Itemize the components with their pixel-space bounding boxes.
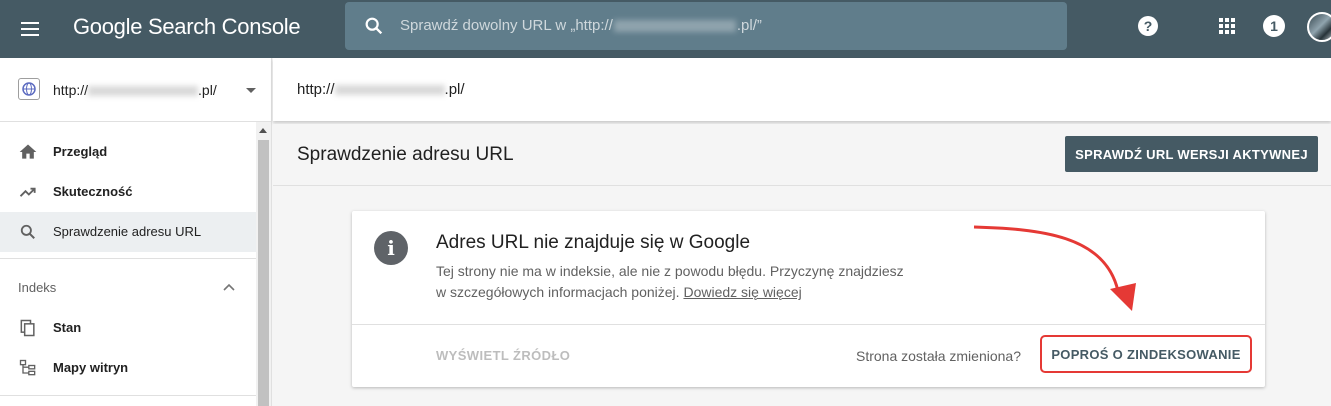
- account-avatar[interactable]: [1307, 12, 1331, 42]
- hamburger-menu-icon[interactable]: [14, 13, 46, 45]
- app-title[interactable]: Google Search Console: [73, 14, 301, 40]
- search-placeholder-prefix: Sprawdź dowolny URL w „http://: [400, 17, 613, 34]
- inspected-url-prefix: http://: [297, 81, 335, 98]
- sidebar-item-sitemaps[interactable]: Mapy witryn: [0, 348, 256, 388]
- page-changed-question: Strona została zmieniona?: [856, 348, 1021, 364]
- scrollbar-thumb[interactable]: [258, 140, 269, 406]
- home-icon: [19, 144, 37, 159]
- sidebar-scrollbar[interactable]: [256, 122, 271, 406]
- sitemap-icon: [19, 359, 36, 376]
- trending-up-icon: [19, 187, 36, 197]
- chevron-up-icon: [223, 283, 235, 291]
- learn-more-link[interactable]: Dowiedz się więcej: [683, 284, 801, 300]
- info-icon: i: [374, 231, 408, 265]
- top-app-bar: Google Search Console Sprawdź dowolny UR…: [0, 0, 1331, 58]
- sidebar-item-overview[interactable]: Przegląd: [0, 132, 256, 172]
- page-header: Sprawdzenie adresu URL SPRAWDŹ URL WERSJ…: [273, 124, 1331, 186]
- status-description-line2: w szczegółowych informacjach poniżej.: [436, 284, 680, 300]
- copy-icon: [20, 319, 35, 337]
- sidebar-divider: [0, 258, 256, 259]
- property-selector[interactable]: http:// .pl/: [0, 58, 272, 122]
- property-url: http:// .pl/: [53, 82, 217, 98]
- search-placeholder: Sprawdź dowolny URL w „http:// .pl/”: [400, 17, 762, 34]
- status-description: Tej strony nie ma w indeksie, ale nie z …: [436, 261, 956, 303]
- sidebar-section-index[interactable]: Indeks: [0, 268, 256, 308]
- sidebar: http:// .pl/ Przegląd Skuteczność Sprawdz…: [0, 58, 272, 406]
- sidebar-item-url-inspection[interactable]: Sprawdzenie adresu URL: [0, 212, 256, 252]
- inspected-url: http:// .pl/: [297, 81, 465, 98]
- test-live-url-button[interactable]: SPRAWDŹ URL WERSJI AKTYWNEJ: [1065, 136, 1318, 172]
- help-icon[interactable]: ?: [1136, 14, 1160, 38]
- inspected-url-suffix: .pl/: [444, 81, 465, 98]
- redacted-domain: [613, 20, 736, 33]
- section-label: Indeks: [18, 280, 57, 295]
- status-title: Adres URL nie znajduje się w Google: [436, 232, 751, 253]
- search-placeholder-suffix: .pl/”: [736, 17, 762, 34]
- card-divider: [352, 324, 1265, 325]
- inspected-url-bar: http:// .pl/: [273, 58, 1331, 121]
- sidebar-item-label: Sprawdzenie adresu URL: [53, 224, 202, 239]
- scroll-up-arrow-icon[interactable]: [259, 128, 267, 133]
- notification-count: 1: [1270, 18, 1278, 34]
- sidebar-item-performance[interactable]: Skuteczność: [0, 172, 256, 212]
- url-inspect-search-input[interactable]: Sprawdź dowolny URL w „http:// .pl/”: [345, 2, 1067, 50]
- sidebar-item-label: Mapy witryn: [53, 360, 129, 375]
- view-source-button[interactable]: WYŚWIETL ŹRÓDŁO: [436, 348, 570, 363]
- sidebar-divider: [0, 395, 256, 396]
- request-indexing-button[interactable]: POPROŚ O ZINDEKSOWANIE: [1040, 335, 1252, 373]
- svg-text:?: ?: [1144, 18, 1153, 34]
- property-url-prefix: http://: [53, 82, 89, 98]
- sidebar-item-label: Stan: [53, 320, 82, 335]
- dropdown-caret-icon: [246, 88, 256, 93]
- status-description-line1: Tej strony nie ma w indeksie, ale nie z …: [436, 263, 904, 279]
- apps-grid-icon[interactable]: [1215, 14, 1239, 38]
- sidebar-item-coverage[interactable]: Stan: [0, 308, 256, 348]
- globe-icon: [18, 78, 40, 100]
- notifications-icon[interactable]: 1: [1263, 15, 1285, 37]
- search-icon: [20, 224, 35, 239]
- redacted-domain: [334, 85, 445, 96]
- sidebar-item-label: Skuteczność: [53, 184, 133, 199]
- property-url-suffix: .pl/: [198, 82, 217, 98]
- search-icon: [365, 17, 383, 35]
- annotation-arrow-icon: [973, 225, 1136, 311]
- redacted-domain: [88, 86, 199, 97]
- sidebar-item-label: Przegląd: [53, 144, 108, 159]
- page-title: Sprawdzenie adresu URL: [297, 144, 514, 165]
